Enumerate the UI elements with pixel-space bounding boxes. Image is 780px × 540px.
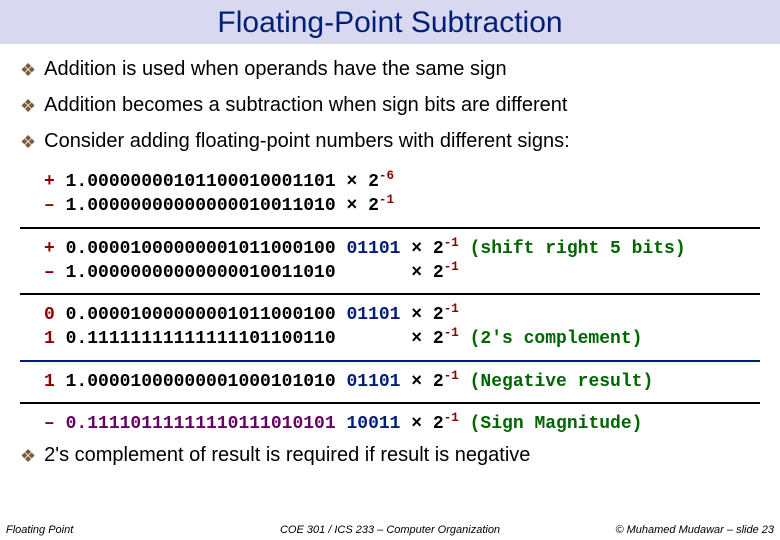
calc-block-1: + 1.00000000101100010001101 × 2-6 – 1.00…: [20, 166, 760, 223]
bullet-1: ❖ Addition is used when operands have th…: [20, 58, 760, 82]
mantissa: 0.11111111111111101100110: [66, 329, 412, 349]
calc-block-5: – 0.11110111111110111010101 10011 × 2-1 …: [20, 408, 760, 440]
diamond-icon: ❖: [20, 130, 36, 154]
mantissa: 0.00001000000001011000100: [66, 239, 347, 259]
note: (2's complement): [459, 329, 643, 349]
bullet-2: ❖ Addition becomes a subtraction when si…: [20, 94, 760, 118]
extra-bits: 10011: [346, 414, 411, 434]
mul: ×: [346, 196, 368, 216]
bullet-4: ❖ 2's complement of result is required i…: [20, 444, 760, 468]
note: (shift right 5 bits): [459, 239, 686, 259]
mul: ×: [346, 172, 368, 192]
sign: –: [44, 414, 66, 434]
calc-block-3: 0 0.00001000000001011000100 01101 × 2-1 …: [20, 299, 760, 356]
slide-title: Floating-Point Subtraction: [0, 0, 780, 44]
mantissa: 1.00000000000000010011010: [66, 263, 412, 283]
sign: 1: [44, 329, 66, 349]
sign: +: [44, 172, 66, 192]
diamond-icon: ❖: [20, 444, 36, 468]
line-8: – 0.11110111111110111010101 10011 × 2-1 …: [44, 412, 760, 436]
slide-content: ❖ Addition is used when operands have th…: [0, 44, 780, 468]
base: 2: [368, 196, 379, 216]
exp: -1: [444, 260, 459, 274]
calc-block-4: 1 1.00001000000001000101010 01101 × 2-1 …: [20, 366, 760, 398]
sign: –: [44, 196, 66, 216]
extra-bits: 01101: [346, 239, 411, 259]
divider: [20, 360, 760, 362]
base: 2: [433, 263, 444, 283]
line-6: 1 0.11111111111111101100110 × 2-1 (2's c…: [44, 327, 760, 351]
footer: Floating Point COE 301 / ICS 233 – Compu…: [0, 524, 780, 540]
line-5: 0 0.00001000000001011000100 01101 × 2-1: [44, 303, 760, 327]
bullet-text: 2's complement of result is required if …: [44, 444, 530, 467]
sign: –: [44, 263, 66, 283]
footer-center: COE 301 / ICS 233 – Computer Organizatio…: [262, 524, 518, 536]
bullet-text: Addition is used when operands have the …: [44, 58, 507, 81]
mul: ×: [411, 372, 433, 392]
divider: [20, 293, 760, 295]
base: 2: [368, 172, 379, 192]
exp: -6: [379, 169, 394, 183]
mul: ×: [411, 329, 433, 349]
mul: ×: [411, 414, 433, 434]
bullet-text: Addition becomes a subtraction when sign…: [44, 94, 567, 117]
mantissa: 1.00000000000000010011010: [66, 196, 347, 216]
exp: -1: [444, 411, 459, 425]
mul: ×: [411, 239, 433, 259]
divider: [20, 402, 760, 404]
base: 2: [433, 372, 444, 392]
footer-left: Floating Point: [6, 524, 262, 536]
exp: -1: [444, 326, 459, 340]
extra-bits: 01101: [346, 305, 411, 325]
mantissa: 0.00001000000001011000100: [66, 305, 347, 325]
divider: [20, 227, 760, 229]
extra-bits: 01101: [346, 372, 411, 392]
note: (Negative result): [459, 372, 653, 392]
base: 2: [433, 305, 444, 325]
line-4: – 1.00000000000000010011010 × 2-1: [44, 261, 760, 285]
sign: 0: [44, 305, 66, 325]
footer-right: © Muhamed Mudawar – slide 23: [518, 524, 774, 536]
exp: -1: [444, 302, 459, 316]
exp: -1: [444, 369, 459, 383]
note: (Sign Magnitude): [459, 414, 643, 434]
bullet-text: Consider adding floating-point numbers w…: [44, 130, 570, 153]
base: 2: [433, 239, 444, 259]
line-3: + 0.00001000000001011000100 01101 × 2-1 …: [44, 237, 760, 261]
mul: ×: [411, 305, 433, 325]
line-2: – 1.00000000000000010011010 × 2-1: [44, 194, 760, 218]
mul: ×: [411, 263, 433, 283]
calc-block-2: + 0.00001000000001011000100 01101 × 2-1 …: [20, 233, 760, 290]
exp: -1: [444, 236, 459, 250]
exp: -1: [379, 193, 394, 207]
base: 2: [433, 329, 444, 349]
sign: +: [44, 239, 66, 259]
sign: 1: [44, 372, 66, 392]
line-1: + 1.00000000101100010001101 × 2-6: [44, 170, 760, 194]
mantissa: 0.11110111111110111010101: [66, 414, 347, 434]
diamond-icon: ❖: [20, 58, 36, 82]
diamond-icon: ❖: [20, 94, 36, 118]
line-7: 1 1.00001000000001000101010 01101 × 2-1 …: [44, 370, 760, 394]
bullet-3: ❖ Consider adding floating-point numbers…: [20, 130, 760, 154]
mantissa: 1.00001000000001000101010: [66, 372, 347, 392]
base: 2: [433, 414, 444, 434]
mantissa: 1.00000000101100010001101: [66, 172, 347, 192]
